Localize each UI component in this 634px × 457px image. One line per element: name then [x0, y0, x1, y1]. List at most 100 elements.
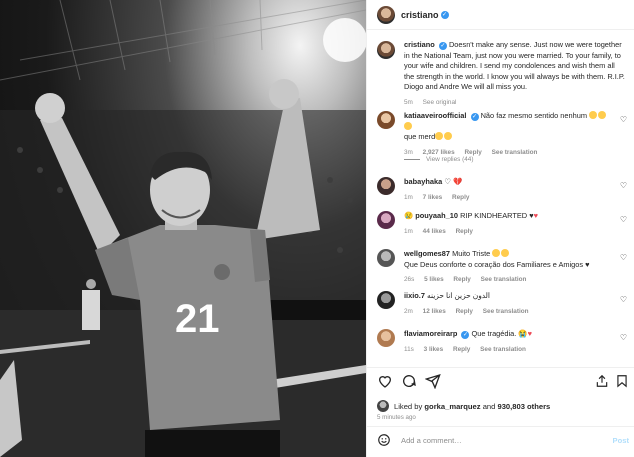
black-heart-icon: ♥	[585, 259, 590, 269]
comment-username[interactable]: pouyaah_10	[415, 211, 458, 220]
comment-text: الدون حزين انا حزينه	[427, 291, 490, 300]
like-comment-icon[interactable]: ♡	[620, 253, 627, 262]
see-translation-link[interactable]: See translation	[480, 346, 526, 353]
commenter-avatar[interactable]	[377, 177, 395, 195]
commenter-avatar[interactable]	[377, 111, 395, 129]
comment-text: RIP KINDHEARTED	[460, 211, 528, 220]
comment-time: 1m	[404, 227, 413, 235]
comment-time: 3m	[404, 148, 413, 156]
comment-likes[interactable]: 7 likes	[423, 194, 443, 201]
comment-text: Que tragédia.	[471, 329, 517, 338]
author-avatar[interactable]	[377, 5, 395, 24]
post-caption: cristiano ✓ Doesn't make any sense. Just…	[367, 31, 634, 109]
like-comment-icon[interactable]: ♡	[620, 333, 627, 342]
sad-emoji-icon: 😭	[518, 329, 528, 338]
comment: flaviamoreirarp ✓ Que tragédia. 😭♥ 11s 3…	[377, 329, 629, 355]
red-heart-icon: ♥	[527, 329, 532, 338]
comment-username[interactable]: flaviamoreirarp	[404, 329, 457, 338]
comment-text-line2: que merd	[404, 132, 436, 142]
like-comment-icon[interactable]: ♡	[620, 215, 627, 224]
sad-emoji-icon	[404, 121, 412, 130]
sad-emoji-icon	[501, 249, 510, 257]
view-replies-label[interactable]: View replies (44)	[426, 156, 473, 163]
see-translation-link[interactable]: See translation	[492, 149, 538, 156]
liked-by: Liked by gorka_marquez and 930,803 other…	[377, 400, 550, 412]
comment-likes[interactable]: 3 likes	[424, 346, 444, 353]
post-photo: 21	[0, 0, 366, 457]
add-comment-input[interactable]: Add a comment…	[401, 436, 613, 445]
commenter-avatar[interactable]	[377, 249, 395, 267]
comment-username[interactable]: katiaaveiroofficial	[404, 111, 466, 120]
share-external-icon[interactable]	[595, 373, 609, 389]
reply-button[interactable]: Reply	[456, 228, 473, 235]
comment-text: Muito Triste	[452, 249, 491, 258]
divider	[367, 367, 634, 368]
like-comment-icon[interactable]: ♡	[620, 115, 627, 124]
comment: babayhaka ♡ 💔 1m 7 likes Reply ♡	[377, 177, 629, 203]
like-comment-icon[interactable]: ♡	[620, 295, 627, 304]
comment: katiaaveiroofficial ✓ Não faz mesmo sent…	[377, 111, 629, 158]
post-comment-button[interactable]: Post	[613, 436, 629, 445]
liked-user[interactable]: gorka_marquez	[424, 402, 480, 411]
share-icon[interactable]	[425, 373, 441, 389]
see-translation-link[interactable]: See translation	[483, 308, 529, 315]
comment-likes[interactable]: 5 likes	[424, 276, 444, 283]
comment-username[interactable]: iixio.7	[404, 291, 425, 300]
post-actions	[377, 373, 629, 391]
verified-icon: ✓	[461, 331, 470, 339]
sad-emoji-icon: 😢	[404, 211, 414, 220]
comment-likes[interactable]: 12 likes	[423, 308, 446, 315]
liker-avatar[interactable]	[377, 400, 389, 412]
view-replies[interactable]: View replies (44)	[404, 156, 473, 163]
comment: 😢 pouyaah_10 RIP KINDHEARTED ♥♥ 1m 44 li…	[377, 211, 629, 237]
sad-emoji-icon	[589, 111, 598, 119]
comment-username[interactable]: wellgomes87	[404, 249, 450, 258]
liked-prefix: Liked by	[394, 401, 423, 411]
like-comment-icon[interactable]: ♡	[620, 181, 627, 190]
caption-time: 5m	[404, 98, 413, 106]
comment: wellgomes87 Muito Triste Que Deus confor…	[377, 249, 629, 286]
caption-username[interactable]: cristiano	[404, 40, 435, 49]
liked-and: and	[482, 401, 496, 411]
comment-text: Não faz mesmo sentido nenhum	[480, 111, 587, 120]
divider	[367, 426, 634, 427]
reply-button[interactable]: Reply	[452, 194, 469, 201]
sad-emoji-icon	[492, 249, 501, 257]
comment-likes[interactable]: 2,927 likes	[423, 149, 455, 156]
post-header: cristiano ✓	[367, 0, 634, 30]
comment-text-line2: Que Deus conforte o coração dos Familiar…	[404, 259, 584, 269]
reply-button[interactable]: Reply	[464, 149, 481, 156]
author-username[interactable]: cristiano	[401, 10, 439, 20]
save-bookmark-icon[interactable]	[615, 373, 629, 389]
like-icon[interactable]	[377, 373, 393, 389]
post-detail-panel: cristiano ✓ cristiano ✓ Doesn't make any…	[366, 0, 634, 457]
jersey-number: 21	[175, 297, 220, 341]
liked-count[interactable]: 930,803 others	[497, 402, 550, 411]
caption-text: Doesn't make any sense. Just now we were…	[404, 40, 625, 92]
emoji-picker-icon[interactable]	[377, 433, 391, 447]
broken-heart-icon: 💔	[452, 177, 463, 186]
commenter-avatar[interactable]	[377, 211, 395, 229]
sad-emoji-icon	[598, 111, 607, 119]
reply-button[interactable]: Reply	[453, 276, 470, 283]
verified-icon: ✓	[438, 42, 447, 50]
comment-text: ♡	[444, 177, 451, 186]
see-original-link[interactable]: See original	[423, 99, 457, 106]
see-translation-link[interactable]: See translation	[481, 276, 527, 283]
commenter-avatar[interactable]	[377, 291, 395, 309]
red-heart-icon: ♥	[533, 211, 538, 220]
post-time: 5 minutes ago	[377, 414, 416, 421]
comment-icon[interactable]	[401, 373, 417, 389]
reply-button[interactable]: Reply	[456, 308, 473, 315]
comment-time: 2m	[404, 307, 413, 315]
comment-username[interactable]: babayhaka	[404, 177, 442, 186]
verified-icon: ✓	[440, 10, 449, 19]
comment-likes[interactable]: 44 likes	[423, 228, 446, 235]
comment-time: 1m	[404, 193, 413, 201]
reply-button[interactable]: Reply	[453, 346, 470, 353]
comments-scroll[interactable]: cristiano ✓ Doesn't make any sense. Just…	[367, 31, 634, 367]
sad-emoji-icon	[444, 132, 453, 141]
caption-avatar[interactable]	[377, 41, 395, 59]
sad-emoji-icon	[435, 132, 444, 141]
commenter-avatar[interactable]	[377, 329, 395, 347]
